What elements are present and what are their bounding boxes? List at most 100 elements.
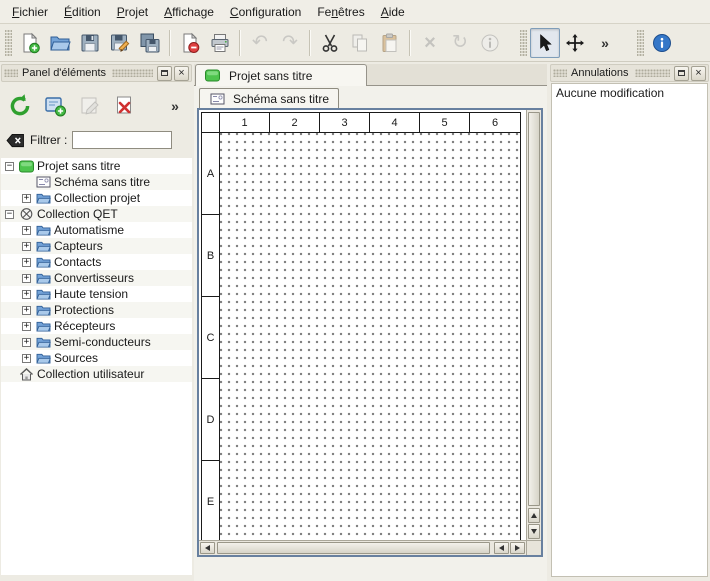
undo-panel-titlebar[interactable]: Annulations ×: [550, 64, 709, 82]
menu-aide[interactable]: Aide: [373, 2, 413, 22]
toolbar-grip[interactable]: [520, 30, 527, 56]
tree-item-schema-sans-titre[interactable]: Schéma sans titre: [1, 174, 192, 190]
expand-icon[interactable]: +: [22, 290, 31, 299]
rotate-button[interactable]: ↻: [445, 28, 475, 58]
expand-icon[interactable]: +: [22, 354, 31, 363]
tree-item-collection-qet[interactable]: − Collection QET: [1, 206, 192, 222]
tree-item-collection-projet[interactable]: + Collection projet: [1, 190, 192, 206]
delete-element-button[interactable]: [109, 90, 141, 122]
save-as-button[interactable]: [105, 28, 135, 58]
tree-item-collection-utilisateur[interactable]: Collection utilisateur: [1, 366, 192, 382]
tree-item-label: Automatisme: [54, 223, 124, 237]
vertical-scrollbar[interactable]: [526, 110, 541, 540]
tree-item-label: Collection projet: [54, 191, 140, 205]
tab-project[interactable]: Projet sans titre: [195, 64, 367, 86]
cut-button[interactable]: [315, 28, 345, 58]
tree-item-semi-conducteurs[interactable]: +Semi-conducteurs: [1, 334, 192, 350]
tree-item-label: Protections: [54, 303, 114, 317]
expand-icon[interactable]: +: [22, 306, 31, 315]
new-file-icon: [19, 32, 41, 54]
redo-button[interactable]: ↷: [275, 28, 305, 58]
expand-icon[interactable]: +: [22, 258, 31, 267]
folder-icon: [35, 319, 51, 333]
select-mode-button[interactable]: [530, 28, 560, 58]
chevron-double-right-icon: »: [601, 35, 609, 51]
pan-mode-button[interactable]: [560, 28, 590, 58]
menu-affichage[interactable]: Affichage: [156, 2, 222, 22]
row-header: B: [202, 215, 219, 297]
copy-button[interactable]: [345, 28, 375, 58]
about-button[interactable]: [647, 28, 677, 58]
float-dock-button[interactable]: [674, 66, 689, 81]
menu-projet[interactable]: Projet: [109, 2, 156, 22]
tree-item-protections[interactable]: + Protections: [1, 302, 192, 318]
tree-item-projet-sans-titre[interactable]: −Projet sans titre: [1, 158, 192, 174]
expand-icon[interactable]: +: [22, 242, 31, 251]
float-dock-button[interactable]: [157, 66, 172, 81]
print-button[interactable]: [205, 28, 235, 58]
tree-item-haute-tension[interactable]: + Haute tension: [1, 286, 192, 302]
toolbar-grip[interactable]: [637, 30, 644, 56]
clear-filter-icon[interactable]: [6, 133, 25, 148]
expand-icon[interactable]: +: [22, 194, 31, 203]
scroll-left-button[interactable]: [200, 542, 215, 554]
edit-element-button[interactable]: [74, 90, 106, 122]
menu-configuration[interactable]: Configuration: [222, 2, 309, 22]
scroll-right-button[interactable]: [510, 542, 525, 554]
vertical-scrollbar-thumb[interactable]: [528, 112, 540, 506]
diagram-grid[interactable]: [220, 133, 520, 540]
open-folder-icon: [49, 32, 71, 54]
save-all-button[interactable]: [135, 28, 165, 58]
panel-overflow-button[interactable]: »: [167, 95, 183, 117]
redo-icon: ↷: [282, 33, 298, 52]
expand-icon[interactable]: +: [22, 322, 31, 331]
open-file-button[interactable]: [45, 28, 75, 58]
expand-icon[interactable]: +: [22, 274, 31, 283]
undo-history-list[interactable]: Aucune modification: [551, 83, 708, 577]
expand-icon[interactable]: +: [22, 338, 31, 347]
close-dock-button[interactable]: ×: [691, 66, 706, 81]
tree-item-contacts[interactable]: +Contacts: [1, 254, 192, 270]
schema-canvas[interactable]: 123456 ABCDE: [199, 110, 526, 540]
scrollbar-corner: [526, 540, 541, 555]
schema-view-frame: 123456 ABCDE: [197, 108, 543, 557]
tree-item-capteurs[interactable]: +Capteurs: [1, 238, 192, 254]
tree-item-label: Haute tension: [54, 287, 128, 301]
collapse-icon[interactable]: −: [5, 210, 14, 219]
tree-item-convertisseurs[interactable]: +Convertisseurs: [1, 270, 192, 286]
tree-item-sources[interactable]: +Sources: [1, 350, 192, 366]
elements-panel-titlebar[interactable]: Panel d'éléments ×: [1, 64, 192, 82]
scroll-left-button-2[interactable]: [494, 542, 509, 554]
scroll-up-button[interactable]: [528, 508, 540, 523]
diagram-info-button[interactable]: [475, 28, 505, 58]
horizontal-scrollbar-thumb[interactable]: [217, 542, 490, 554]
new-file-button[interactable]: [15, 28, 45, 58]
menu-fenetres[interactable]: Fenêtres: [309, 2, 372, 22]
toolbar-grip[interactable]: [5, 30, 12, 56]
close-file-button[interactable]: [175, 28, 205, 58]
expand-icon[interactable]: +: [22, 226, 31, 235]
collapse-icon[interactable]: −: [5, 162, 14, 171]
new-element-icon: [43, 94, 67, 118]
reload-collections-button[interactable]: [4, 90, 36, 122]
menu-edition[interactable]: Édition: [56, 2, 109, 22]
tree-item-label: Collection QET: [37, 207, 118, 221]
undo-button[interactable]: ↶: [245, 28, 275, 58]
tab-schema[interactable]: Schéma sans titre: [199, 88, 339, 108]
filter-row: Filtrer :: [0, 126, 193, 156]
tree-item-automatisme[interactable]: + Automatisme: [1, 222, 192, 238]
filter-input[interactable]: [72, 131, 172, 149]
scroll-down-button[interactable]: [528, 524, 540, 539]
tree-item-recepteurs[interactable]: +Récepteurs: [1, 318, 192, 334]
delete-button[interactable]: ×: [415, 28, 445, 58]
new-element-button[interactable]: [39, 90, 71, 122]
paste-button[interactable]: [375, 28, 405, 58]
close-dock-button[interactable]: ×: [174, 66, 189, 81]
row-header: E: [202, 461, 219, 540]
menu-fichier[interactable]: Fichier: [4, 2, 56, 22]
save-icon: [79, 32, 101, 54]
toolbar-overflow-button[interactable]: »: [590, 28, 620, 58]
save-button[interactable]: [75, 28, 105, 58]
horizontal-scrollbar[interactable]: [199, 540, 526, 555]
column-header: 4: [370, 113, 420, 132]
